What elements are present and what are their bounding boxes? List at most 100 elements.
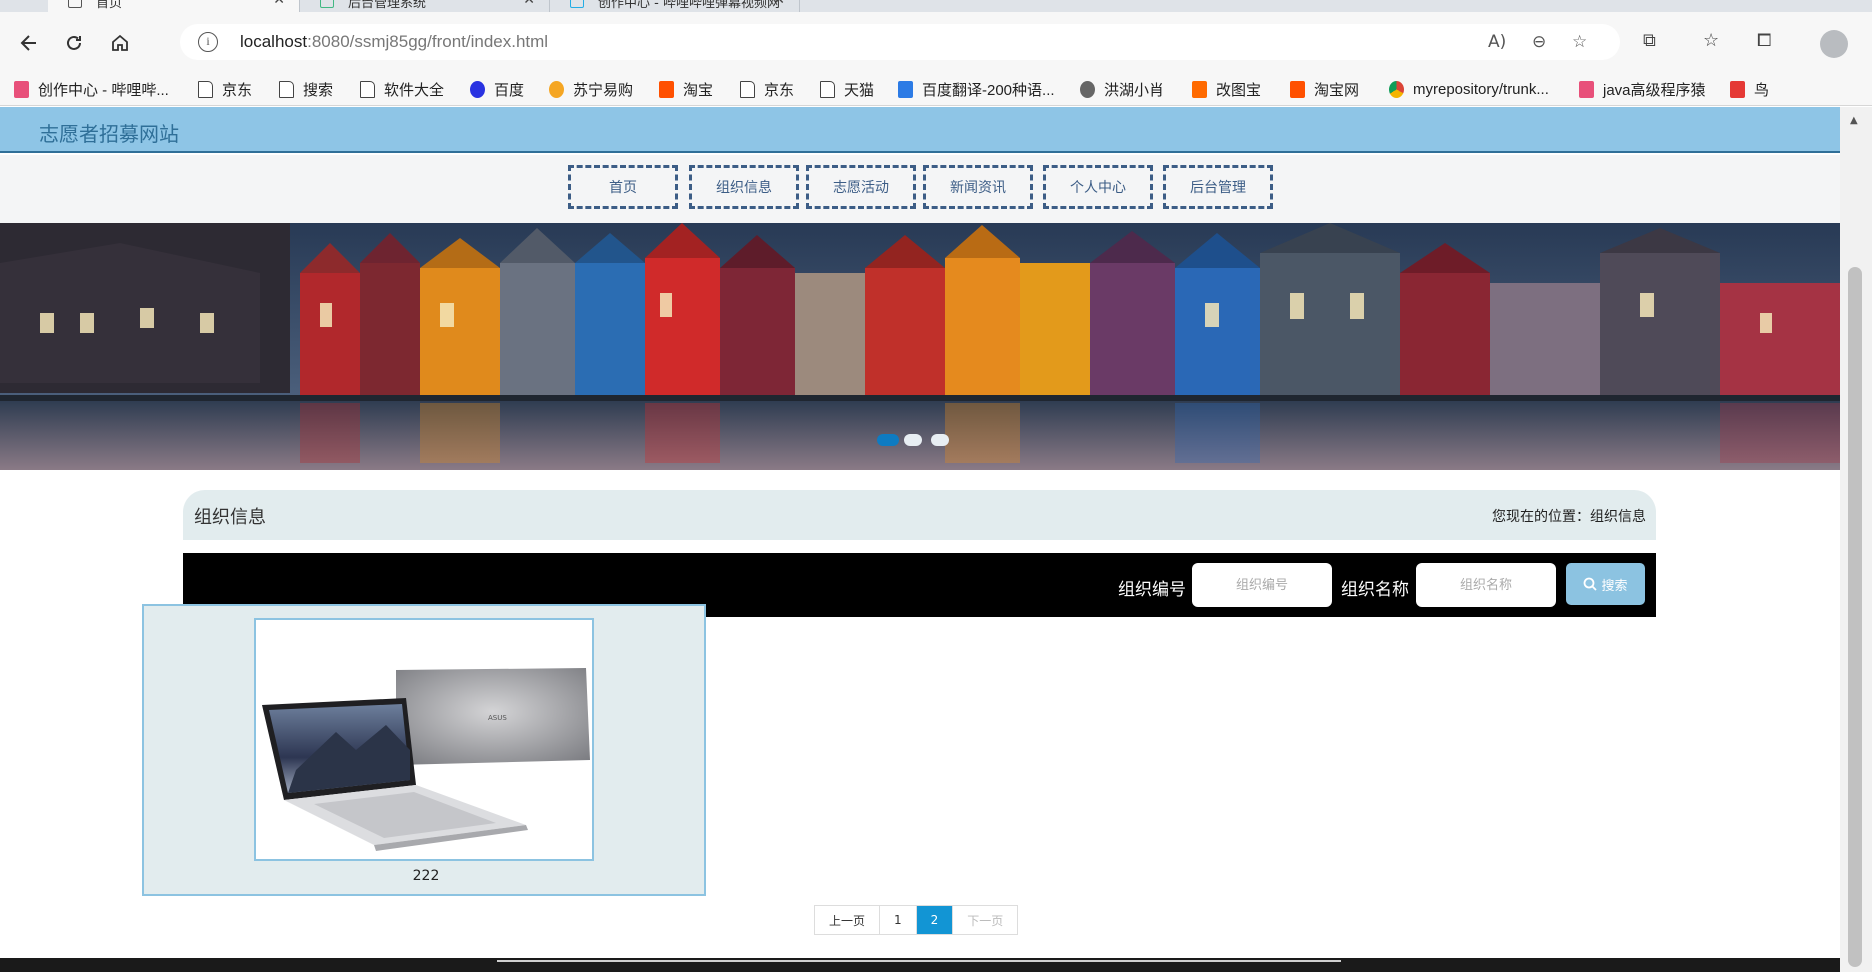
bookmark-item[interactable]: 百度翻译-200种语... (898, 78, 1055, 100)
prev-page-button[interactable]: 上一页 (815, 906, 881, 934)
profile-avatar[interactable] (1820, 30, 1848, 58)
bilibili-icon (14, 80, 29, 98)
browser-tab-home[interactable]: 首页 ✕ (48, 0, 300, 12)
next-page-button: 下一页 (953, 906, 1018, 934)
collections-icon[interactable]: ⧠ (1757, 30, 1771, 51)
bookmark-item[interactable]: 京东 (198, 78, 252, 100)
scrollbar-thumb[interactable] (1848, 267, 1862, 967)
bookmark-item[interactable]: 创作中心 - 哔哩哔... (14, 78, 169, 100)
bookmark-item[interactable]: 京东 (740, 78, 794, 100)
search-icon (1584, 577, 1598, 591)
bookmark-item[interactable]: 淘宝 (659, 78, 713, 100)
banner-carousel[interactable] (0, 223, 1840, 470)
close-icon[interactable]: ✕ (523, 0, 535, 8)
zoom-icon[interactable]: ⊖ (1532, 32, 1546, 52)
page-icon (198, 80, 213, 98)
baidu-icon (470, 80, 485, 98)
section-header: 组织信息 您现在的位置：组织信息 (183, 490, 1656, 540)
info-icon[interactable]: i (198, 32, 218, 52)
pagination: 上一页 1 2 下一页 (814, 905, 1019, 935)
gaitubao-icon (1192, 80, 1207, 98)
bookmark-item[interactable]: 洪湖小肖 (1080, 78, 1164, 100)
carousel-dot-1[interactable] (877, 434, 899, 446)
page-icon (820, 80, 835, 98)
hh-icon (1080, 80, 1095, 98)
extensions-icon[interactable]: ⧉ (1643, 30, 1656, 51)
favorites-icon[interactable]: ☆ (1703, 30, 1719, 51)
page-icon (740, 80, 755, 98)
bird-icon (1730, 80, 1745, 98)
page-2-button[interactable]: 2 (916, 906, 954, 934)
main-nav: 首页 组织信息 志愿活动 新闻资讯 个人中心 后台管理 (0, 155, 1840, 223)
bookmark-item[interactable]: 软件大全 (360, 78, 444, 100)
bookmark-item[interactable]: myrepository/trunk... (1389, 78, 1549, 100)
footer (0, 958, 1840, 972)
nav-admin[interactable]: 后台管理 (1163, 165, 1273, 209)
bookmark-item[interactable]: 淘宝网 (1290, 78, 1359, 100)
favorite-add-icon[interactable]: ☆ (1572, 32, 1587, 52)
nav-activities[interactable]: 志愿活动 (806, 165, 916, 209)
bookmarks-bar: 创作中心 - 哔哩哔... 京东 搜索 软件大全 百度 苏宁易购 淘宝 京东 天… (0, 72, 1872, 106)
section-title: 组织信息 (194, 507, 266, 528)
org-number-label: 组织编号 (1118, 580, 1186, 600)
nav-personal-center[interactable]: 个人中心 (1043, 165, 1153, 209)
address-bar[interactable]: i localhost:8080/ssmj85gg/front/index.ht… (180, 24, 1620, 60)
bookmark-item[interactable]: 搜索 (279, 78, 333, 100)
url-text[interactable]: localhost:8080/ssmj85gg/front/index.html (240, 32, 548, 52)
nav-organizations[interactable]: 组织信息 (689, 165, 799, 209)
breadcrumb: 您现在的位置：组织信息 (1492, 509, 1646, 525)
org-name-label: 组织名称 (1341, 580, 1409, 600)
nav-home[interactable]: 首页 (568, 165, 678, 209)
close-icon[interactable]: ✕ (773, 0, 785, 8)
org-card-image[interactable]: ASUS (254, 618, 594, 861)
home-icon (112, 34, 128, 51)
bilibili-icon (570, 0, 584, 8)
page-icon (68, 0, 82, 8)
reload-button[interactable] (59, 28, 89, 58)
chrome-icon (1389, 80, 1404, 98)
bookmark-item[interactable]: 鸟 (1730, 78, 1769, 100)
org-number-input[interactable] (1192, 563, 1332, 607)
taobao-icon (659, 80, 674, 98)
suning-icon (549, 80, 564, 98)
page-icon (360, 80, 375, 98)
page-icon (279, 80, 294, 98)
translate-icon (898, 80, 913, 98)
carousel-dot-2[interactable] (904, 434, 922, 446)
site-header: 志愿者招募网站 (0, 107, 1840, 153)
browser-tab-strip: 首页 ✕ 后台管理系统 ✕ 创作中心 - 哔哩哔哩弹幕视频网 ✕ (0, 0, 1872, 12)
bilibili-icon (1579, 80, 1594, 98)
carousel-dot-3[interactable] (931, 434, 949, 446)
browser-tab-admin[interactable]: 后台管理系统 ✕ (300, 0, 550, 12)
scroll-up-icon[interactable]: ▲ (1850, 115, 1858, 126)
reload-icon (67, 35, 81, 50)
org-card[interactable]: ASUS 222 (142, 604, 706, 896)
org-card-title: 222 (412, 868, 440, 884)
close-icon[interactable]: ✕ (273, 0, 285, 8)
svg-text:ASUS: ASUS (488, 714, 507, 722)
home-button[interactable] (105, 28, 135, 58)
bookmark-item[interactable]: 改图宝 (1192, 78, 1261, 100)
back-button[interactable] (14, 28, 44, 58)
taobao-icon (1290, 80, 1305, 98)
nav-news[interactable]: 新闻资讯 (923, 165, 1033, 209)
laptop-image: ASUS (256, 620, 592, 859)
page-scrollbar[interactable]: ▲ (1840, 107, 1872, 972)
read-aloud-icon[interactable]: A) (1488, 32, 1506, 52)
bookmark-item[interactable]: java高级程序猿 (1579, 78, 1706, 100)
tab-title: 后台管理系统 (348, 0, 427, 11)
bookmark-item[interactable]: 苏宁易购 (549, 78, 633, 100)
footer-divider (497, 960, 1341, 962)
bookmark-item[interactable]: 百度 (470, 78, 524, 100)
browser-toolbar: i localhost:8080/ssmj85gg/front/index.ht… (0, 12, 1872, 72)
tab-title: 首页 (96, 0, 123, 11)
page-1-button[interactable]: 1 (880, 906, 917, 934)
browser-tab-bilibili[interactable]: 创作中心 - 哔哩哔哩弹幕视频网 ✕ (550, 0, 800, 12)
page-viewport: 志愿者招募网站 首页 组织信息 志愿活动 新闻资讯 个人中心 后台管理 组织信息… (0, 107, 1840, 972)
bookmark-item[interactable]: 天猫 (820, 78, 874, 100)
arrow-left-icon (20, 35, 36, 51)
org-name-input[interactable] (1416, 563, 1556, 607)
search-button[interactable]: 搜索 (1566, 563, 1645, 605)
banner-image (0, 223, 1840, 470)
site-title: 志愿者招募网站 (39, 122, 179, 146)
